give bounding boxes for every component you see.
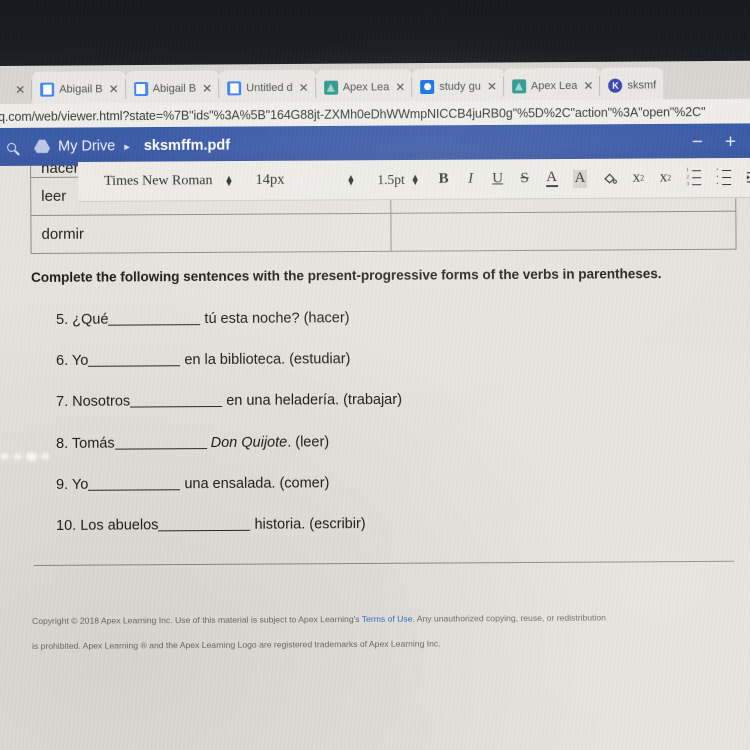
url-text: q.com/web/viewer.html?state=%7B"ids"%3A%…: [0, 105, 706, 125]
chevron-down-icon[interactable]: ▼: [224, 178, 233, 188]
superscript-icon[interactable]: x2: [659, 169, 672, 187]
document-format-toolbar[interactable]: Times New Roman ▲ ▼ 14px ▲ ▼ 1.5pt ▲ ▼ B…: [78, 157, 750, 202]
question-prefix: Los abuelos: [80, 517, 159, 534]
font-family-select[interactable]: Times New Roman: [104, 173, 212, 190]
kami-icon: K: [608, 78, 623, 93]
zoom-out-button[interactable]: −: [692, 132, 703, 154]
question-7: 7. Nosotros en una heladería. (trabajar): [56, 392, 402, 410]
google-docs-icon: [133, 81, 148, 97]
tab-title: study gu: [439, 80, 481, 93]
chevron-down-icon[interactable]: ▼: [411, 176, 420, 186]
tab-title: Apex Lea: [530, 79, 578, 93]
indent-icon[interactable]: [746, 168, 750, 186]
tab-close-icon[interactable]: ✕: [299, 81, 309, 95]
subscript-icon[interactable]: x2: [632, 169, 645, 187]
table-cell-answer[interactable]: [391, 212, 735, 251]
question-prefix: Yo: [71, 476, 89, 493]
question-9: 9. Yo una ensalada. (comer): [56, 475, 329, 493]
tab-close-icon[interactable]: ✕: [109, 82, 119, 96]
question-number: 5.: [56, 311, 69, 328]
google-docs-icon: [227, 81, 242, 96]
bold-icon[interactable]: B: [438, 170, 450, 188]
question-number: 6.: [56, 352, 69, 369]
superscript-base: x: [659, 169, 668, 186]
answer-blank[interactable]: [108, 324, 201, 326]
browser-tab-7[interactable]: K sksmf: [600, 67, 664, 104]
bulleted-list-icon[interactable]: • • •: [716, 168, 732, 187]
superscript-index: 2: [667, 172, 672, 182]
answer-blank[interactable]: [158, 529, 251, 532]
google-docs-icon: [40, 82, 55, 97]
question-prefix: Yo: [71, 352, 89, 369]
terms-of-use-link[interactable]: Terms of Use: [362, 614, 413, 624]
question-number: 9.: [56, 476, 69, 493]
tab-title: Untitled d: [246, 81, 293, 95]
tab-title: sksmf: [627, 79, 657, 92]
fill-bucket-icon[interactable]: [602, 169, 618, 187]
question-10: 10. Los abuelos historia. (escribir): [56, 516, 366, 534]
tab-close-icon[interactable]: ✕: [15, 83, 25, 97]
numbered-list-icon[interactable]: 123: [686, 168, 702, 187]
answer-blank[interactable]: [88, 489, 181, 491]
question-suffix: tú esta noche? (hacer): [204, 310, 350, 328]
tab-close-icon[interactable]: ✕: [395, 80, 405, 94]
subscript-index: 2: [640, 173, 645, 183]
copyright-text-a: Copyright © 2018 Apex Learning Inc. Use …: [32, 613, 362, 626]
tab-title: Apex Lea: [342, 81, 390, 94]
line-spacing-stepper-icon[interactable]: ▲ ▼: [411, 171, 420, 186]
strikethrough-icon[interactable]: S: [519, 170, 531, 188]
table-cell-verb: dormir: [31, 213, 392, 253]
question-italic-title: Don Quijote: [210, 434, 288, 452]
breadcrumb-separator-icon: ▸: [124, 140, 130, 153]
question-5: 5. ¿Qué tú esta noche? (hacer): [56, 310, 350, 328]
screen-photo: ✕ Abigail B ✕ Abigail B ✕ Untitled d ✕ A…: [0, 0, 750, 750]
search-icon[interactable]: [2, 138, 20, 156]
zoom-in-button[interactable]: +: [725, 131, 736, 153]
tab-close-icon[interactable]: ✕: [583, 79, 593, 93]
google-drive-icon: [34, 139, 50, 154]
tab-close-icon[interactable]: ✕: [202, 82, 212, 96]
question-prefix: ¿Qué: [72, 311, 109, 328]
line-spacing-select[interactable]: 1.5pt: [377, 172, 404, 188]
answer-blank[interactable]: [130, 405, 223, 408]
monitor-bezel: [0, 0, 750, 68]
my-drive-label[interactable]: My Drive: [58, 138, 115, 154]
italic-icon[interactable]: I: [465, 170, 477, 188]
question-suffix: historia. (escribir): [254, 516, 366, 533]
question-6: 6. Yo en la biblioteca. (estudiar): [56, 351, 350, 369]
file-name-label: sksmffm.pdf: [143, 137, 231, 155]
answer-blank[interactable]: [114, 448, 207, 450]
text-color-icon[interactable]: A: [545, 169, 558, 187]
question-8: 8. Tomás Don Quijote. (leer): [56, 434, 329, 452]
question-suffix: una ensalada. (comer): [184, 475, 330, 493]
subscript-base: x: [632, 169, 641, 186]
apex-learning-icon: [511, 79, 526, 94]
question-suffix: en una heladería. (trabajar): [226, 391, 403, 409]
apex-learning-icon: [323, 80, 338, 95]
question-number: 7.: [56, 393, 69, 410]
question-suffix: en la biblioteca. (estudiar): [184, 351, 351, 369]
question-number: 8.: [56, 435, 69, 452]
question-prefix: Tomás: [71, 435, 115, 452]
browser-tab-0[interactable]: ✕: [4, 72, 32, 108]
table-row: dormir: [30, 211, 737, 254]
font-size-stepper-icon[interactable]: ▲ ▼: [346, 172, 355, 187]
zoom-controls[interactable]: − +: [692, 131, 750, 153]
question-suffix: . (leer): [287, 434, 330, 451]
chevron-down-icon[interactable]: ▼: [346, 177, 355, 187]
tab-title: Abigail B: [59, 83, 103, 96]
answer-blank[interactable]: [88, 365, 181, 367]
format-icon-group[interactable]: B I U S A A x2 x2 123 • • •: [438, 168, 750, 188]
tab-close-icon[interactable]: ✕: [487, 80, 497, 94]
underline-icon[interactable]: U: [492, 170, 504, 188]
tab-title: Abigail B: [152, 82, 197, 95]
question-prefix: Nosotros: [72, 393, 131, 410]
copyright-text-b: . Any unauthorized copying, reuse, or re…: [412, 612, 606, 624]
font-family-stepper-icon[interactable]: ▲ ▼: [224, 173, 233, 188]
font-size-select[interactable]: 14px: [255, 172, 284, 189]
question-number: 10.: [56, 517, 77, 534]
highlight-color-icon[interactable]: A: [572, 169, 588, 188]
google-slides-icon: [420, 79, 435, 95]
